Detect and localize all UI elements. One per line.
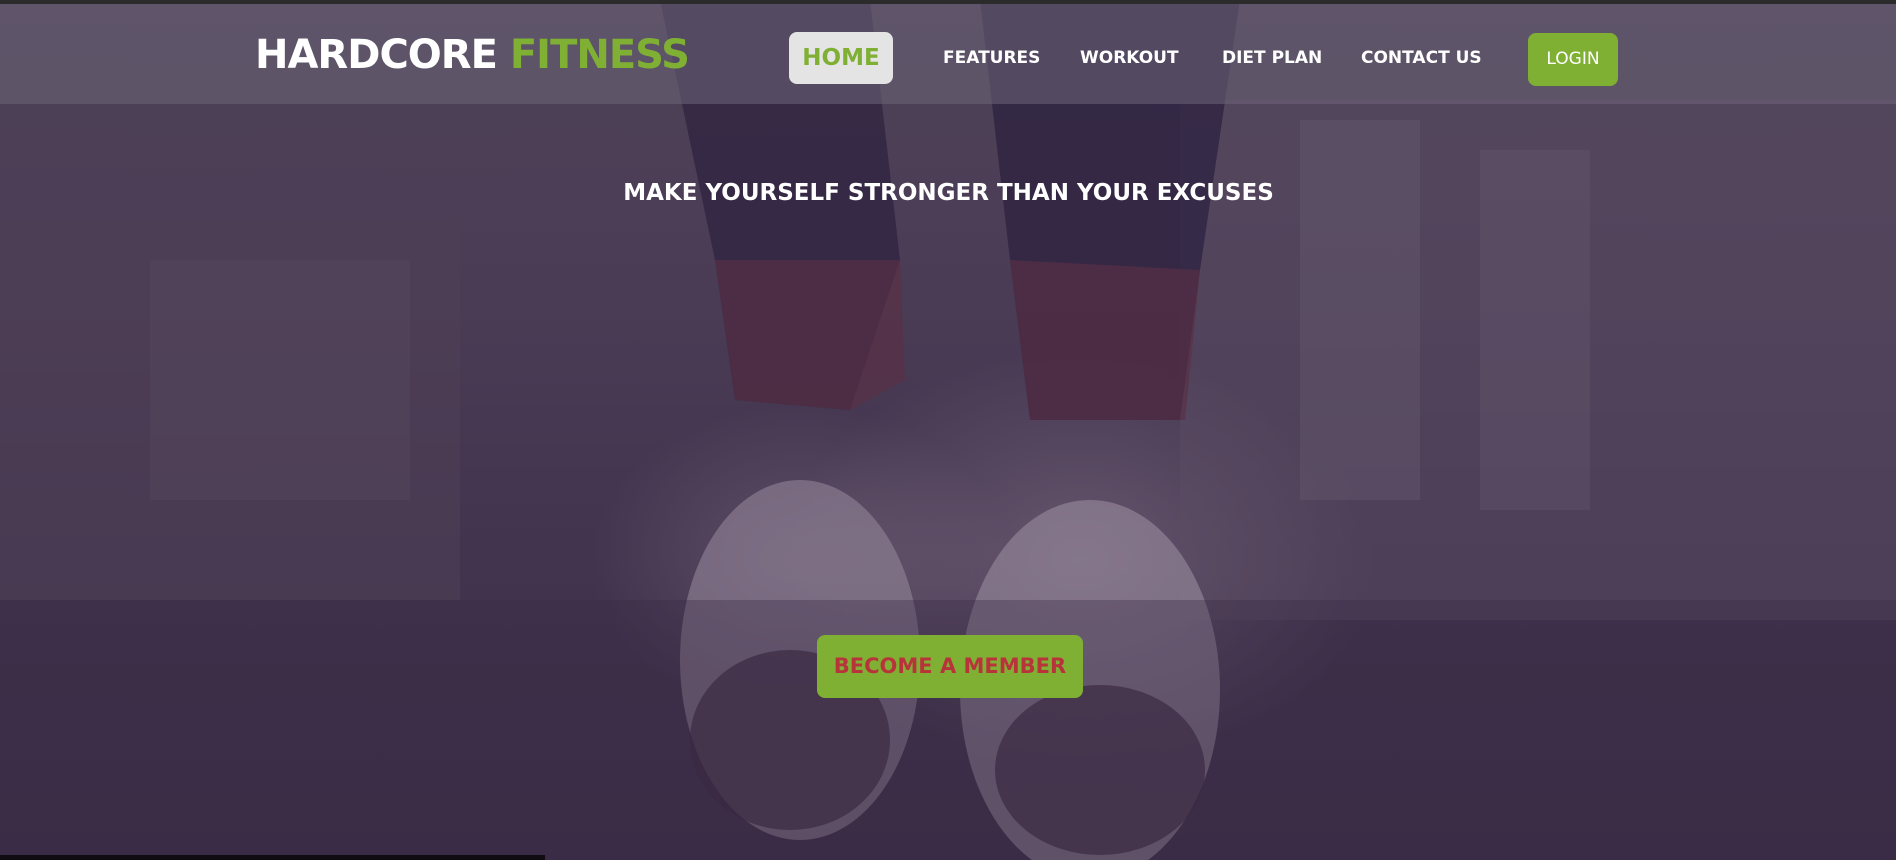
- nav-contact-us-link[interactable]: CONTACT US: [1361, 32, 1482, 84]
- nav-features-link[interactable]: FEATURES: [943, 32, 1040, 84]
- become-member-button[interactable]: BECOME A MEMBER: [817, 635, 1083, 698]
- nav-home-link[interactable]: HOME: [789, 32, 893, 84]
- hero-headline: MAKE YOURSELF STRONGER THAN YOUR EXCUSES: [623, 180, 1274, 206]
- hero-background-image: [0, 0, 1896, 860]
- nav-workout-link[interactable]: WORKOUT: [1080, 32, 1179, 84]
- nav-diet-plan-link[interactable]: DIET PLAN: [1222, 32, 1322, 84]
- logo-primary-text: HARDCORE: [255, 32, 498, 78]
- site-logo[interactable]: HARDCORE FITNESS: [255, 30, 690, 80]
- bottom-scroll-indicator: [0, 855, 545, 860]
- navbar: HARDCORE FITNESS HOME FEATURES WORKOUT D…: [0, 4, 1896, 104]
- hero-section: [0, 0, 1896, 860]
- login-button[interactable]: LOGIN: [1528, 33, 1618, 86]
- logo-accent-text: FITNESS: [509, 32, 690, 78]
